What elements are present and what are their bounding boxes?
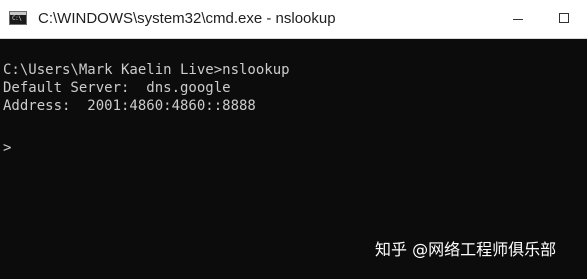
maximize-icon xyxy=(559,13,569,23)
console-line-address: Address: 2001:4860:4860::8888 xyxy=(3,98,256,114)
console-line-server: Default Server: dns.google xyxy=(3,80,231,96)
console-line-command: C:\Users\Mark Kaelin Live>nslookup xyxy=(3,62,290,78)
watermark-text: 知乎 @网络工程师俱乐部 xyxy=(375,240,557,259)
maximize-button[interactable] xyxy=(541,0,587,38)
minimize-icon xyxy=(513,19,523,20)
console-output[interactable]: C:\Users\Mark Kaelin Live>nslookup Defau… xyxy=(0,39,587,279)
title-bar[interactable]: C:\ C:\WINDOWS\system32\cmd.exe - nslook… xyxy=(0,0,587,39)
console-prompt[interactable]: > xyxy=(3,139,11,157)
cmd-icon-glyph: C:\ xyxy=(12,15,22,22)
window-title: C:\WINDOWS\system32\cmd.exe - nslookup xyxy=(38,10,336,27)
minimize-button[interactable] xyxy=(495,0,541,38)
cmd-icon[interactable]: C:\ xyxy=(9,11,27,25)
cmd-window: C:\ C:\WINDOWS\system32\cmd.exe - nslook… xyxy=(0,0,587,279)
